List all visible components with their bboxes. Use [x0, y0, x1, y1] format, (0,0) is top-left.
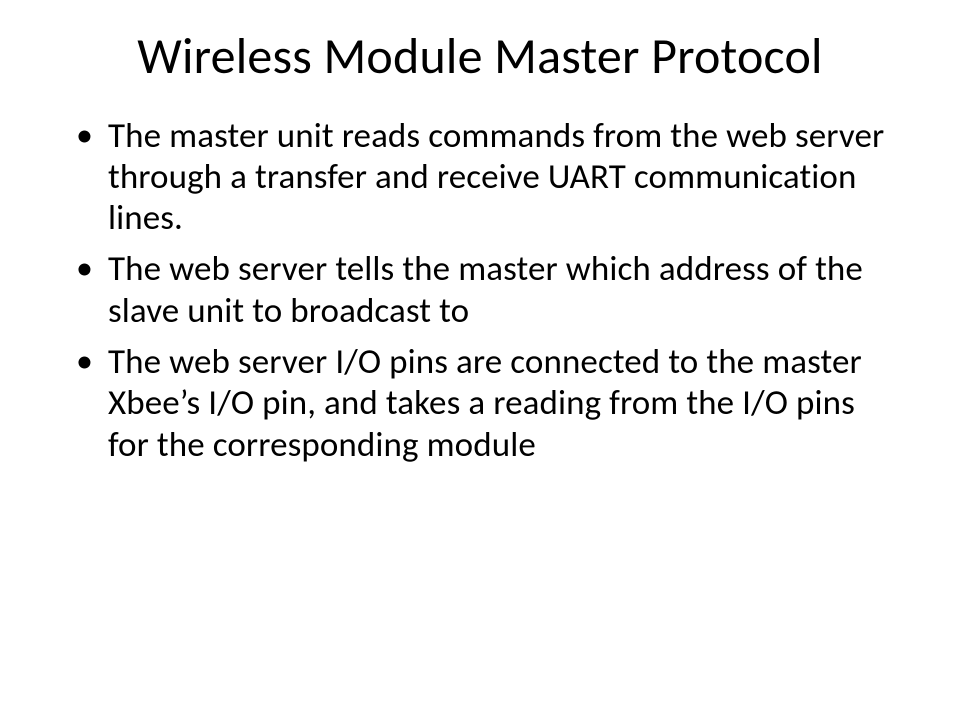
list-item: The web server tells the master which ad…: [68, 249, 900, 332]
bullet-list: The master unit reads commands from the …: [60, 116, 900, 466]
list-item: The web server I/O pins are connected to…: [68, 342, 900, 466]
list-item: The master unit reads commands from the …: [68, 116, 900, 240]
slide: Wireless Module Master Protocol The mast…: [0, 0, 960, 720]
slide-title: Wireless Module Master Protocol: [60, 28, 900, 86]
